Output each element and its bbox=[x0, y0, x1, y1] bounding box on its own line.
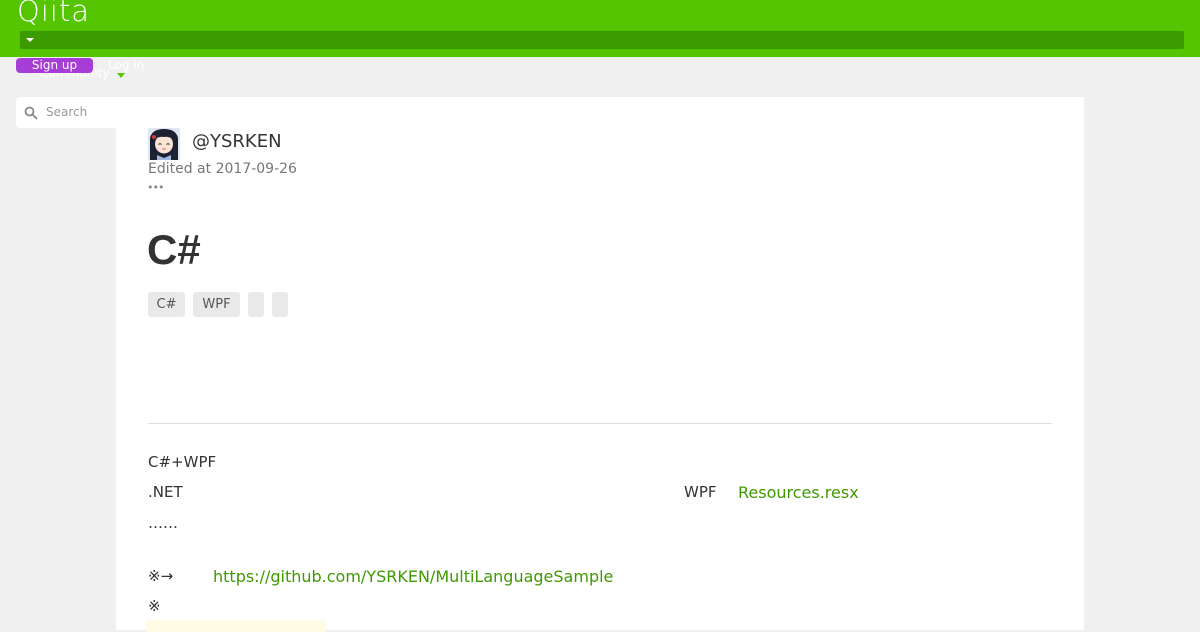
chevron-down-icon[interactable] bbox=[117, 73, 125, 78]
top-header-bar: Qiita bbox=[0, 0, 1200, 57]
edited-date: Edited at 2017-09-26 bbox=[148, 161, 297, 177]
qiita-logo[interactable]: Qiita bbox=[17, 0, 90, 28]
content-divider bbox=[148, 423, 1052, 424]
tag-item[interactable] bbox=[272, 292, 288, 317]
signup-button[interactable]: Sign up bbox=[16, 58, 93, 73]
paragraph-line: …… bbox=[148, 514, 178, 532]
article-title: C# bbox=[147, 226, 201, 273]
search-icon bbox=[24, 106, 38, 120]
login-link[interactable]: Log in bbox=[108, 58, 144, 73]
paragraph-line: ※→ bbox=[148, 567, 174, 585]
more-options-icon[interactable]: ••• bbox=[147, 182, 164, 194]
tag-item[interactable] bbox=[248, 292, 264, 317]
paragraph-line: C#+WPF bbox=[148, 453, 217, 471]
author-username[interactable]: @YSRKEN bbox=[192, 131, 282, 152]
highlighted-link-fragment[interactable] bbox=[146, 620, 326, 632]
author-avatar[interactable] bbox=[148, 128, 180, 160]
tag-csharp[interactable]: C# bbox=[148, 292, 185, 317]
resources-resx-link[interactable]: Resources.resx bbox=[738, 483, 859, 502]
avatar-image bbox=[148, 128, 180, 160]
github-repo-link[interactable]: https://github.com/YSRKEN/MultiLanguageS… bbox=[213, 567, 613, 586]
navigation-dropdown[interactable] bbox=[20, 31, 1184, 49]
tag-wpf[interactable]: WPF bbox=[193, 292, 240, 317]
chevron-down-icon bbox=[26, 38, 34, 42]
paragraph-text: WPF bbox=[684, 483, 717, 501]
paragraph-line: ※ bbox=[148, 597, 161, 615]
paragraph-line: .NET bbox=[148, 483, 183, 501]
